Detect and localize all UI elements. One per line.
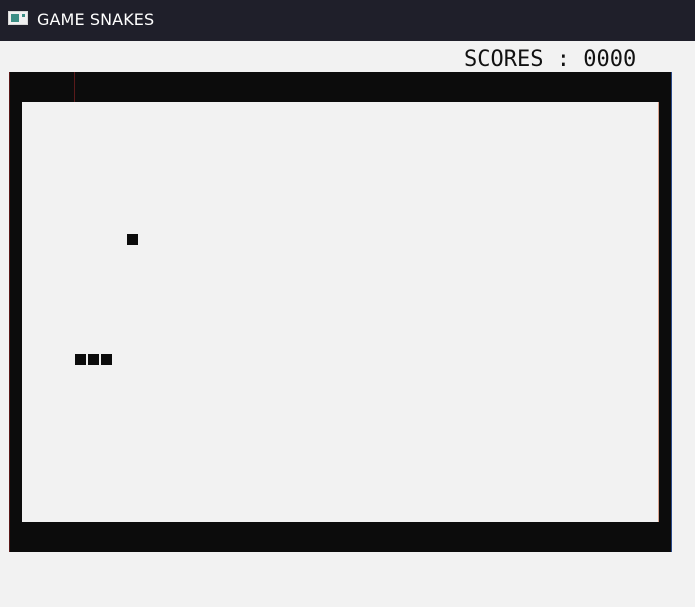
score-display: SCORES : 0000 [464, 47, 637, 72]
board-edge-tick [74, 72, 75, 102]
board-edge-right [671, 72, 672, 552]
food-pellet [127, 234, 138, 245]
window-title: GAME SNAKES [37, 10, 155, 29]
window-app-icon [8, 11, 28, 25]
snake-segment-tail [75, 354, 86, 365]
game-playfield[interactable] [22, 102, 659, 522]
board-edge-left [9, 72, 10, 552]
window-titlebar[interactable]: GAME SNAKES [0, 0, 695, 41]
snake-segment-body [88, 354, 99, 365]
snake-segment-head [101, 354, 112, 365]
playfield-edge [658, 102, 659, 522]
